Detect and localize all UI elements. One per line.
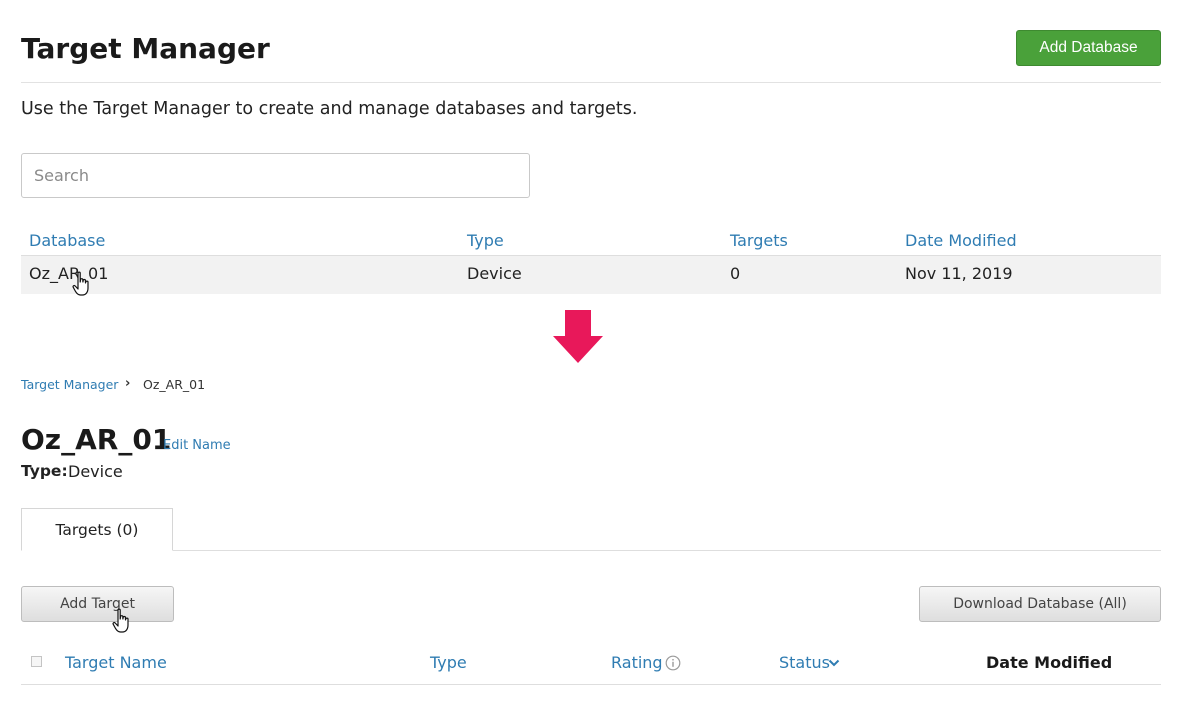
breadcrumb-link-target-manager[interactable]: Target Manager: [21, 377, 118, 393]
type-label: Type:: [21, 462, 68, 480]
breadcrumb-current: Oz_AR_01: [143, 377, 206, 392]
database-targets-cell: 0: [730, 264, 741, 283]
column-header-date-modified[interactable]: Date Modified: [905, 231, 1017, 251]
column-header-type[interactable]: Type: [467, 231, 504, 251]
database-title: Oz_AR_01: [21, 423, 172, 456]
select-all-checkbox[interactable]: [31, 656, 42, 667]
column-header-status[interactable]: Status: [779, 653, 830, 673]
page-title: Target Manager: [21, 32, 270, 65]
targets-header-divider: [21, 684, 1161, 685]
search-input[interactable]: [21, 153, 530, 198]
down-arrow-icon: [553, 310, 603, 363]
column-header-target-date-modified[interactable]: Date Modified: [986, 653, 1112, 673]
breadcrumb-separator: ›: [125, 376, 131, 391]
type-value: Device: [68, 462, 123, 481]
info-icon[interactable]: [665, 655, 681, 671]
add-target-button[interactable]: Add Target: [21, 586, 174, 622]
download-database-button[interactable]: Download Database (All): [919, 586, 1161, 622]
tab-targets[interactable]: Targets (0): [21, 508, 173, 551]
add-database-button[interactable]: Add Database: [1016, 30, 1161, 66]
column-header-targets[interactable]: Targets: [730, 231, 788, 251]
column-header-database[interactable]: Database: [29, 231, 105, 251]
column-header-rating[interactable]: Rating: [611, 653, 663, 673]
database-date-cell: Nov 11, 2019: [905, 264, 1013, 283]
header-divider: [21, 82, 1161, 83]
edit-name-link[interactable]: Edit Name: [163, 438, 231, 453]
database-name-cell[interactable]: Oz_AR_01: [29, 264, 108, 284]
column-header-target-name[interactable]: Target Name: [65, 653, 167, 673]
column-header-target-type[interactable]: Type: [430, 653, 467, 673]
database-type-cell: Device: [467, 264, 522, 283]
chevron-down-icon[interactable]: [828, 659, 840, 668]
tab-divider: [21, 550, 1161, 551]
intro-text: Use the Target Manager to create and man…: [21, 99, 638, 119]
